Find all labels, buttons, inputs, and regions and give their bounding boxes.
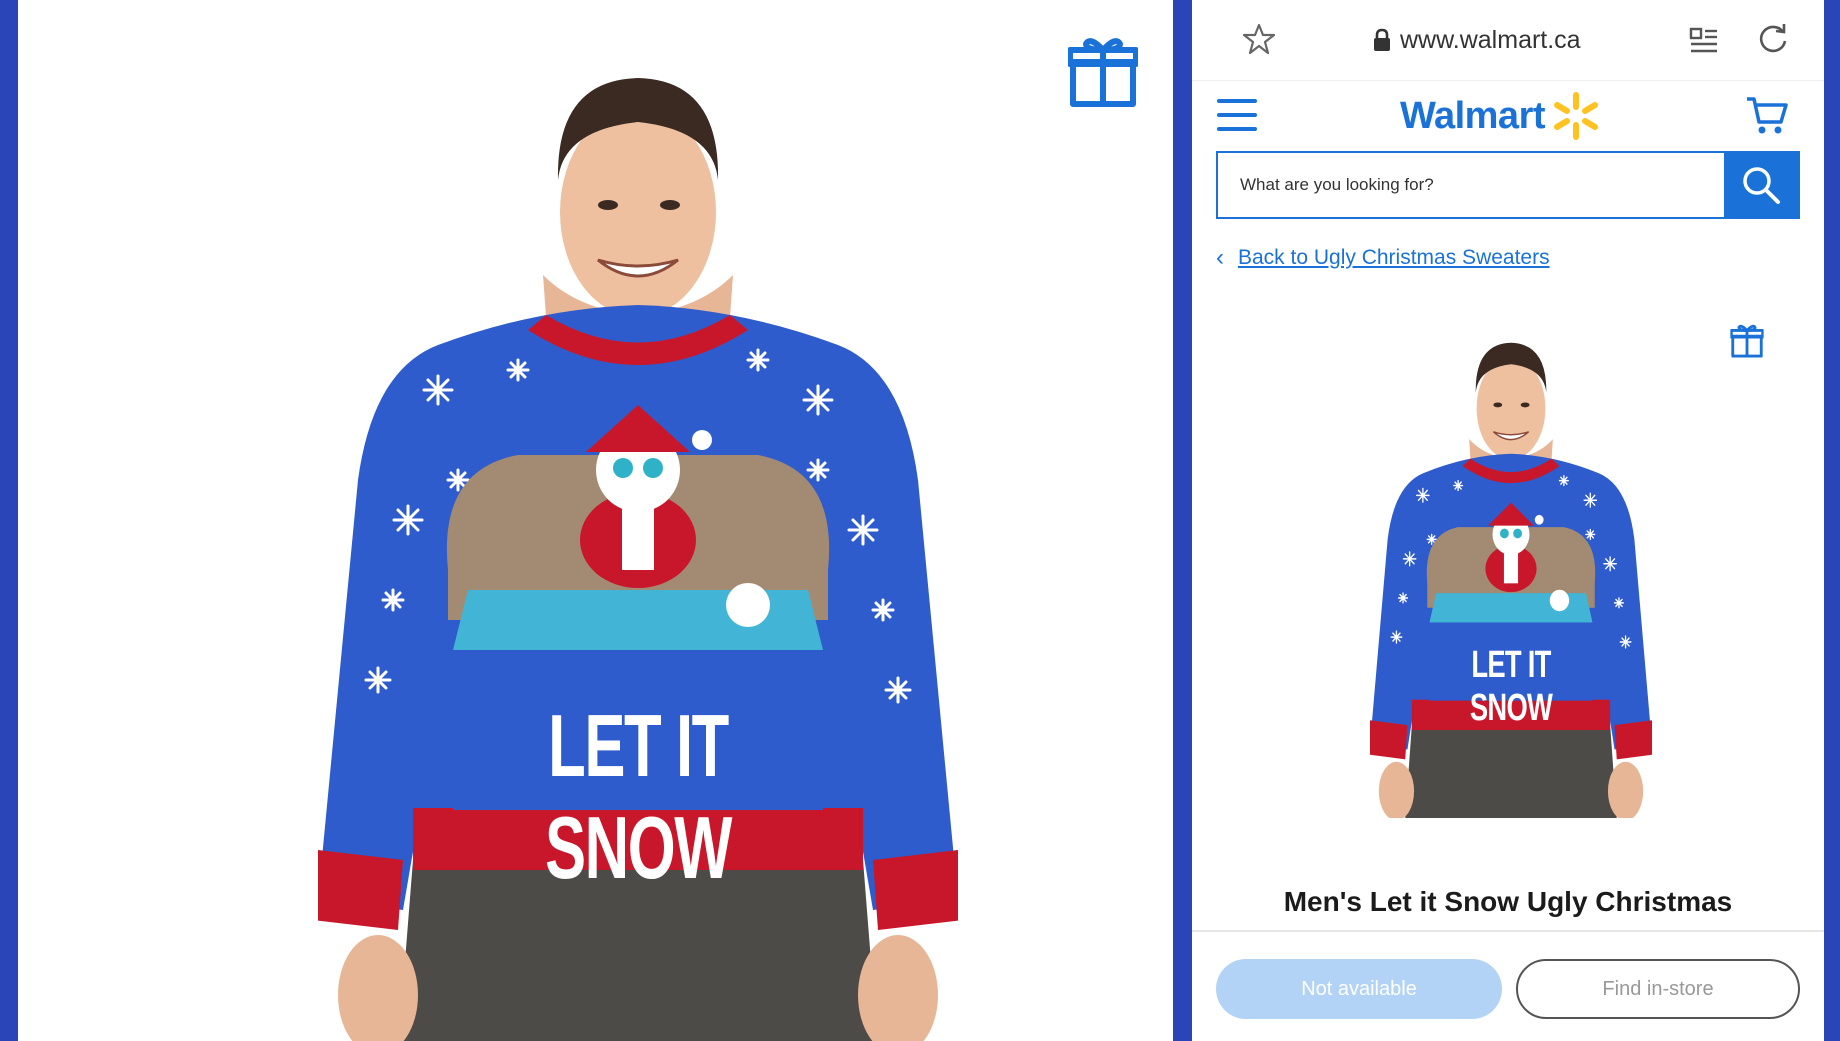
logo-text: Walmart [1400,94,1546,137]
browser-address-bar: www.walmart.ca [1192,0,1824,81]
gift-icon[interactable] [1068,28,1138,108]
site-header: Walmart [1192,80,1824,152]
large-product-view: LET IT SNOW [18,0,1173,1041]
star-icon[interactable] [1242,22,1276,56]
product-title: Men's Let it Snow Ugly Christmas [1283,886,1733,917]
sweater-text-small: LET IT SNOW [1469,644,1553,729]
search-input[interactable] [1218,153,1724,217]
not-available-button[interactable]: Not available [1216,959,1502,1019]
search-icon [1743,167,1780,204]
action-bar: Not available Find in-store [1192,930,1824,1041]
spark-icon [1554,92,1599,140]
chevron-left-icon: ‹ [1216,244,1224,271]
gift-icon[interactable] [1730,320,1764,358]
url-text[interactable]: www.walmart.ca [1400,26,1581,55]
mobile-browser: www.walmart.ca Walmart What are you look… [1192,0,1824,1041]
search-button[interactable] [1724,153,1798,217]
cart-icon[interactable] [1745,94,1789,136]
product-photo[interactable]: LET IT SNOW [1370,334,1652,818]
lock-icon [1374,28,1390,51]
find-in-store-button[interactable]: Find in-store [1516,959,1800,1019]
breadcrumb: ‹ Back to Ugly Christmas Sweaters [1216,244,1550,272]
walmart-logo[interactable]: Walmart [1400,90,1601,142]
reader-icon[interactable] [1689,27,1719,55]
back-to-category-link[interactable]: Back to Ugly Christmas Sweaters [1238,246,1550,270]
menu-icon[interactable] [1216,96,1258,134]
sweater-text-large: LET IT SNOW [544,696,732,897]
product-photo-large: LET IT SNOW [318,60,958,1041]
search-bar [1216,151,1800,219]
reload-icon[interactable] [1756,22,1790,56]
